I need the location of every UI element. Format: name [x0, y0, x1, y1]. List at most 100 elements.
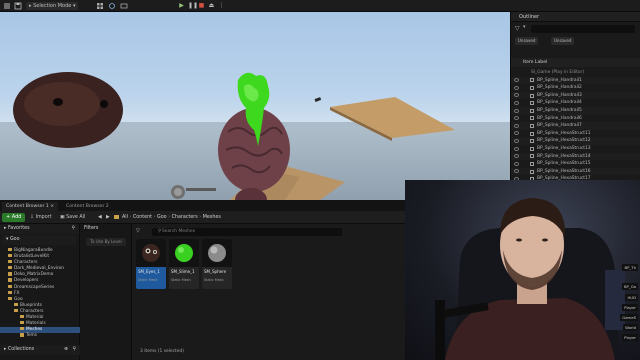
item-label-column-header[interactable]: Item Label [511, 58, 640, 67]
import-button-label: Import [35, 215, 52, 220]
more-options-icon[interactable]: ⋮ [218, 2, 225, 10]
visibility-eye-icon[interactable] [514, 85, 519, 90]
tab-content-browser-2[interactable]: Content Browser 2 [62, 202, 113, 211]
outliner-row-label: BP_Spline_HexaStruct15 [537, 161, 591, 167]
tree-row-label: Material [26, 315, 44, 321]
breadcrumb-item[interactable]: All [122, 215, 128, 220]
item-count-label: 3 items (1 selected) [140, 349, 184, 354]
filter-chip[interactable]: To Use By Level [86, 238, 126, 246]
selection-mode-button[interactable]: ▸ Selection Mode ▾ [26, 2, 79, 10]
folder-icon [20, 327, 24, 331]
visibility-eye-icon[interactable] [514, 93, 519, 98]
outliner-title: Outliner [511, 12, 640, 22]
folder-icon [8, 278, 12, 282]
outliner-root-row[interactable]: Sl_Game (Play in Editor) [511, 69, 640, 77]
search-icon[interactable]: ⚲ [72, 345, 76, 355]
outliner-row[interactable]: BP_Spline_HexaStruct14 [511, 152, 640, 161]
outliner-search-input[interactable] [531, 25, 635, 33]
asset-search-placeholder: Search Meshes [162, 229, 196, 234]
main-toolbar: ▸ Selection Mode ▾ ▶ ❚❚ ■ ⏏ ⋮ [0, 0, 640, 12]
unsaved-chip-2[interactable]: Unsaved [551, 37, 575, 45]
grid-icon[interactable] [96, 2, 104, 10]
outliner-row[interactable]: BP_Spline_Handrail7 [511, 122, 640, 130]
folder-icon [14, 308, 18, 313]
visibility-eye-icon[interactable] [514, 108, 519, 113]
outliner-row[interactable]: BP_Spline_Handrail2 [511, 84, 640, 92]
add-collection-icon[interactable]: ⊕ [64, 345, 68, 355]
outliner-row[interactable]: BP_Spline_HexaStruct11 [511, 130, 640, 138]
visibility-eye-icon[interactable] [514, 131, 519, 136]
side-panel-label: Player [622, 304, 638, 311]
visibility-eye-icon[interactable] [514, 161, 519, 166]
breadcrumb-item[interactable]: Meshes [203, 215, 221, 220]
save-all-button[interactable]: ▣ Save All [60, 213, 85, 222]
collections-header[interactable]: ▸ Collections ⊕ ⚲ [0, 345, 80, 355]
play-icon[interactable]: ▶ [178, 2, 185, 10]
filter-icon[interactable]: ▽ [515, 25, 520, 32]
visibility-eye-icon[interactable] [514, 100, 519, 105]
breadcrumb-item[interactable]: Content [133, 215, 152, 220]
visibility-eye-icon[interactable] [514, 169, 519, 174]
outliner-row[interactable]: BP_Spline_HexaStruct13 [511, 145, 640, 153]
blueprint-icon[interactable] [108, 2, 116, 10]
folder-icon [20, 315, 24, 319]
visibility-eye-icon[interactable] [514, 154, 519, 159]
filters-header[interactable]: Filters [80, 224, 131, 234]
outliner-row[interactable]: BP_Spline_Handrail5 [511, 106, 640, 115]
breadcrumb-item[interactable]: Goo [157, 215, 167, 220]
side-panel-label: BP_Ga [621, 283, 638, 290]
outliner-row[interactable]: BP_Spline_Handrail1 [511, 76, 640, 85]
chevron-down-icon[interactable]: ▾ [523, 24, 527, 30]
stop-icon[interactable]: ■ [198, 2, 205, 10]
search-icon[interactable]: ⚲ [71, 224, 75, 234]
back-icon[interactable]: ◀ [98, 213, 102, 222]
asset-name: SM_Eyes_1 [138, 269, 160, 274]
visibility-eye-icon[interactable] [514, 123, 519, 128]
menu-icon[interactable] [3, 2, 11, 10]
asset-name: SM_Slime_1 [171, 269, 195, 274]
actor-icon [530, 108, 534, 113]
asset-search-input[interactable]: Search Meshes [152, 228, 342, 236]
visibility-eye-icon[interactable] [514, 138, 519, 143]
asset-type: Static Mesh [138, 278, 158, 282]
side-panel-label: World [623, 324, 638, 331]
save-icon[interactable] [14, 2, 22, 10]
outliner-row[interactable]: BP_Spline_HexaStruct15 [511, 160, 640, 168]
outliner-row-label: BP_Spline_HexaStruct14 [537, 153, 591, 159]
folder-icon [8, 296, 12, 300]
add-button[interactable]: + Add [2, 213, 26, 222]
close-icon[interactable]: × [50, 204, 54, 209]
outliner-panel: Outliner ▽ ▾ Unsaved Unsaved Item Label … [510, 12, 640, 195]
selection-arrow-icon: ▸ [29, 3, 32, 9]
outliner-row[interactable]: BP_Spline_Handrail4 [511, 99, 640, 107]
outliner-row-label: BP_Spline_Handrail1 [537, 77, 582, 83]
asset-thumbnail [202, 239, 232, 267]
tree-row[interactable]: Tems [0, 333, 80, 339]
outliner-row[interactable]: BP_Spline_HexaStruct16 [511, 167, 640, 176]
tab-content-browser-1[interactable]: Content Browser 1 × [2, 202, 59, 211]
import-button[interactable]: ⇩ Import [30, 213, 51, 222]
favorites-header[interactable]: ▸ Favorites ⚲ [0, 224, 79, 234]
forward-icon[interactable]: ▶ [106, 213, 110, 222]
unsaved-chip-1[interactable]: Unsaved [515, 37, 539, 45]
outliner-row[interactable]: BP_Spline_Handrail3 [511, 91, 640, 100]
breadcrumb-item[interactable]: Characters [172, 215, 198, 220]
sources-root-row[interactable]: ▾ Goo [2, 235, 76, 245]
side-panel-label: Player [622, 334, 638, 341]
asset-tile[interactable]: SM_Slime_1 Static Mesh [169, 239, 199, 289]
outliner-row[interactable]: BP_Spline_HexaStruct12 [511, 137, 640, 145]
asset-tile[interactable]: SM_Sphere Static Mesh [202, 239, 232, 289]
webcam-figure [435, 198, 625, 360]
actor-icon [530, 78, 534, 83]
filter-icon[interactable]: ▽ [136, 228, 140, 234]
visibility-eye-icon[interactable] [514, 116, 519, 121]
tab-content-browser-2-label: Content Browser 2 [66, 204, 109, 209]
cinematics-icon[interactable] [120, 2, 128, 10]
level-viewport[interactable] [0, 12, 510, 200]
visibility-eye-icon[interactable] [514, 78, 519, 83]
pause-icon[interactable]: ❚❚ [188, 2, 198, 10]
eject-icon[interactable]: ⏏ [208, 2, 215, 10]
outliner-row[interactable]: BP_Spline_Handrail6 [511, 115, 640, 123]
asset-tile[interactable]: SM_Eyes_1 Static Mesh [136, 239, 166, 289]
visibility-eye-icon[interactable] [514, 146, 519, 151]
